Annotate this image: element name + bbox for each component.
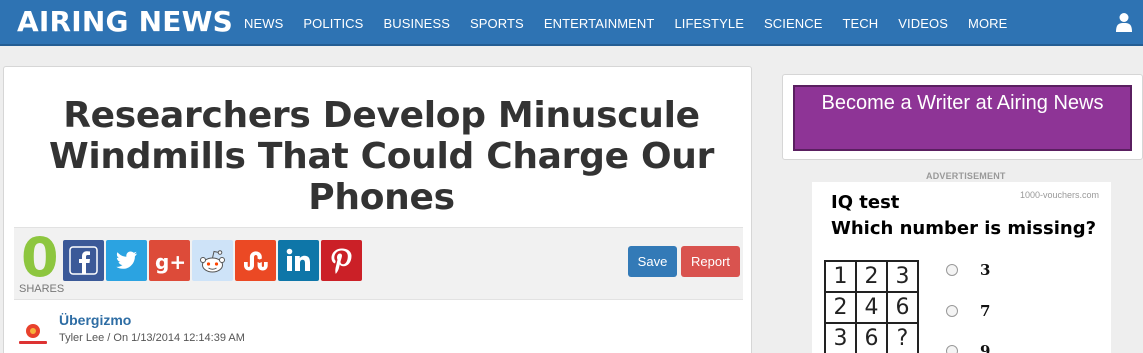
top-navbar: AIRING NEWS NEWS POLITICS BUSINESS SPORT…: [0, 0, 1143, 46]
linkedin-icon[interactable]: [278, 240, 319, 281]
grid-cell: 3: [886, 260, 919, 293]
nav-item-politics[interactable]: POLITICS: [303, 16, 363, 31]
article-title: Researchers Develop Minuscule Windmills …: [48, 95, 715, 218]
save-button[interactable]: Save: [628, 246, 677, 277]
reddit-icon[interactable]: [192, 240, 233, 281]
nav-item-lifestyle[interactable]: LIFESTYLE: [674, 16, 744, 31]
facebook-icon[interactable]: [63, 240, 104, 281]
become-writer-button[interactable]: Become a Writer at Airing News: [793, 85, 1132, 151]
nav-item-more[interactable]: MORE: [968, 16, 1007, 31]
google-plus-icon[interactable]: g+: [149, 240, 190, 281]
answer-option-label: 9: [980, 342, 991, 353]
radio-button[interactable]: [946, 264, 958, 276]
article-card: Researchers Develop Minuscule Windmills …: [3, 66, 752, 353]
nav-item-news[interactable]: NEWS: [244, 16, 283, 31]
answer-option[interactable]: 7: [946, 302, 990, 320]
grid-cell: 2: [824, 291, 857, 324]
author-avatar[interactable]: [14, 315, 52, 353]
pinterest-icon[interactable]: [321, 240, 362, 281]
svg-text:g+: g+: [155, 250, 186, 274]
grid-cell: 2: [855, 260, 888, 293]
answer-option[interactable]: 3: [946, 261, 990, 279]
grid-cell: 6: [855, 322, 888, 353]
answer-option-label: 3: [980, 261, 991, 279]
grid-cell: 1: [824, 260, 857, 293]
iq-test-ad[interactable]: 1000-vouchers.com IQ test Which number i…: [812, 182, 1111, 353]
writer-cta-box: Become a Writer at Airing News: [782, 74, 1143, 160]
nav-item-entertainment[interactable]: ENTERTAINMENT: [544, 16, 655, 31]
user-icon[interactable]: [1115, 12, 1133, 32]
nav-item-science[interactable]: SCIENCE: [764, 16, 823, 31]
advertisement-label: ADVERTISEMENT: [926, 171, 1006, 181]
site-logo[interactable]: AIRING NEWS: [17, 5, 233, 38]
grid-cell-missing: ?: [886, 322, 919, 353]
ad-title-line-1: IQ test: [831, 192, 900, 213]
share-bar: 0 SHARES g+ Save Report: [14, 227, 743, 300]
ad-title: IQ test Which number is missing?: [831, 190, 1096, 242]
report-button[interactable]: Report: [681, 246, 740, 277]
number-grid: 1 2 3 2 4 6 3 6 ?: [824, 260, 919, 353]
nav-item-sports[interactable]: SPORTS: [470, 16, 524, 31]
twitter-icon[interactable]: [106, 240, 147, 281]
stumbleupon-icon[interactable]: [235, 240, 276, 281]
share-label: SHARES: [19, 283, 65, 295]
radio-button[interactable]: [946, 345, 958, 353]
grid-cell: 4: [855, 291, 888, 324]
grid-cell: 6: [886, 291, 919, 324]
answer-option-label: 7: [980, 302, 991, 320]
radio-button[interactable]: [946, 305, 958, 317]
ad-title-line-2: Which number is missing?: [831, 218, 1097, 239]
nav-item-tech[interactable]: TECH: [842, 16, 878, 31]
main-nav: NEWS POLITICS BUSINESS SPORTS ENTERTAINM…: [244, 0, 1027, 46]
nav-item-business[interactable]: BUSINESS: [383, 16, 450, 31]
answer-option[interactable]: 9: [946, 342, 990, 353]
nav-item-videos[interactable]: VIDEOS: [898, 16, 948, 31]
grid-cell: 3: [824, 322, 857, 353]
share-count: 0: [21, 226, 59, 289]
author-meta: Tyler Lee / On 1/13/2014 12:14:39 AM: [59, 332, 245, 344]
author-name[interactable]: Übergizmo: [59, 312, 131, 328]
